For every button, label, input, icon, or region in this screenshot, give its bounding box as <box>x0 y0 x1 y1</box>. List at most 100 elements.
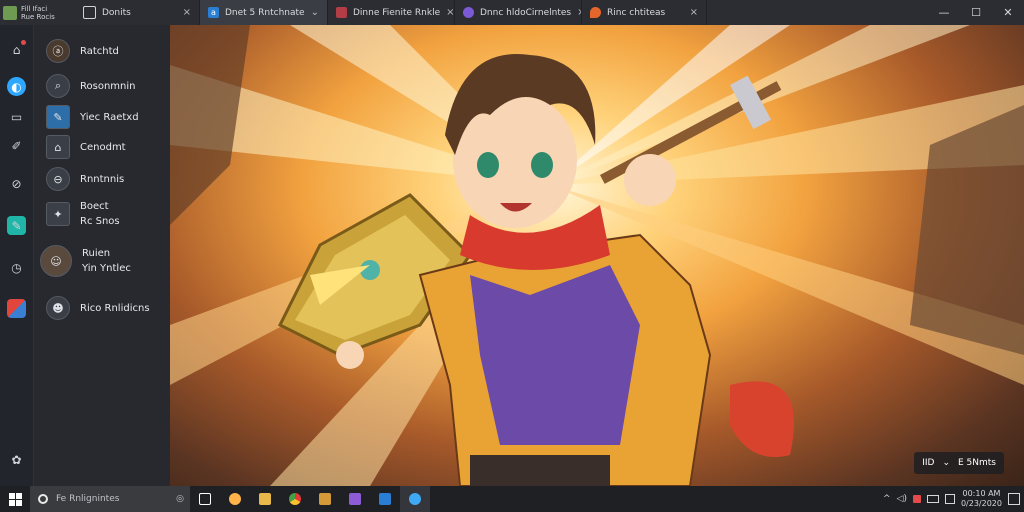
battery-icon[interactable] <box>926 495 939 503</box>
sidebar-item-label: Rosonmnin <box>80 80 136 92</box>
title-bar: Fill Ifaci Rue Rocis Donits × a Dnet 5 R… <box>0 0 1024 25</box>
tab-chtiteas[interactable]: Rinc chtiteas × <box>582 0 707 25</box>
app-icon <box>409 493 421 505</box>
circle-icon: ⊖ <box>46 167 70 191</box>
app-icon: a <box>208 7 219 18</box>
system-tray: ^ ◁) 00:10 AM 0/23/2020 <box>883 489 1024 509</box>
chevron-down-icon[interactable]: ⌄ <box>311 7 319 18</box>
tab-label: Rinc chtiteas <box>607 7 666 18</box>
notification-icon[interactable] <box>912 495 921 503</box>
site-icon <box>336 7 347 18</box>
sidebar-item-sublabel: Yin Yntlec <box>82 263 131 274</box>
action-center-icon[interactable] <box>1008 493 1020 505</box>
close-window-button[interactable]: ✕ <box>992 0 1024 25</box>
tab-label: Dinne Fienite Rnkle <box>353 7 441 18</box>
link-icon[interactable]: ⊘ <box>7 174 26 193</box>
close-icon[interactable]: × <box>446 7 454 18</box>
app-badge-line1: Fill Ifaci <box>21 4 48 13</box>
library-icon[interactable]: ▭ <box>7 107 26 126</box>
maximize-button[interactable]: ☐ <box>960 0 992 25</box>
close-icon[interactable]: × <box>183 7 191 18</box>
sidebar-item-label: Rnntnnis <box>80 173 125 185</box>
close-icon[interactable]: × <box>690 7 698 18</box>
store-icon <box>319 493 331 505</box>
clock-date: 0/23/2020 <box>960 499 1002 508</box>
app-badge[interactable]: Fill Ifaci Rue Rocis <box>0 0 75 25</box>
microphone-icon[interactable]: ◎ <box>176 494 184 504</box>
chrome-icon <box>289 493 301 505</box>
taskbar: Fe Rnlignintes ◎ ^ ◁) 00:10 AM 0/23/2020 <box>0 486 1024 512</box>
search-placeholder: Fe Rnlignintes <box>56 494 120 504</box>
app-badge-line2: Rue Rocis <box>21 12 55 21</box>
clock-icon[interactable]: ◷ <box>7 258 26 277</box>
app-icon <box>229 493 241 505</box>
player-controls: IID ⌄ E 5Nmts <box>914 452 1004 474</box>
speaker-icon[interactable]: ◁) <box>897 494 907 504</box>
side-panel: ⓐ Ratchtd ⌕ Rosonmnin ✎ Yiec Raetxd ⌂ Ce… <box>34 25 170 486</box>
task-view-button[interactable] <box>190 486 220 512</box>
tab-label: Dnnc hldoCirnelntes <box>480 7 572 18</box>
taskbar-app[interactable] <box>280 486 310 512</box>
window-controls: — ☐ ✕ <box>928 0 1024 25</box>
folder-icon <box>259 493 271 505</box>
taskbar-app-active[interactable] <box>400 486 430 512</box>
player-right-label[interactable]: E 5Nmts <box>958 458 996 468</box>
app-icon <box>349 493 361 505</box>
windows-icon <box>8 492 22 506</box>
anime-artwork <box>170 25 1024 486</box>
taskbar-app[interactable] <box>220 486 250 512</box>
sidebar-item-rosonmnin[interactable]: ⌕ Rosonmnin <box>46 74 135 98</box>
avatar: ☻ <box>46 296 70 320</box>
app-logo-icon <box>3 5 17 20</box>
tab-fienite[interactable]: Dinne Fienite Rnkle × <box>328 0 455 25</box>
tab-rntchnate[interactable]: a Dnet 5 Rntchnate ⌄ <box>200 0 328 25</box>
notification-dot <box>21 40 26 45</box>
chevron-down-icon[interactable]: ⌄ <box>942 458 950 468</box>
settings-icon[interactable]: ✿ <box>7 450 26 469</box>
search-input[interactable]: Fe Rnlignintes ◎ <box>30 486 190 512</box>
sidebar-item-boect[interactable]: ✦ Boect Rc Snos <box>46 201 120 227</box>
tab-donits[interactable]: Donits × <box>75 0 200 25</box>
task-view-icon <box>199 493 211 505</box>
tab-label: Donits <box>102 7 131 18</box>
start-button[interactable] <box>0 492 30 506</box>
sidebar-item-ratchtd[interactable]: ⓐ Ratchtd <box>46 39 119 63</box>
avatar: ⓐ <box>46 39 70 63</box>
main-content: IID ⌄ E 5Nmts <box>170 25 1024 486</box>
home-icon[interactable]: ⌂ <box>7 40 26 59</box>
taskbar-app[interactable] <box>310 486 340 512</box>
app-icon <box>379 493 391 505</box>
edit-icon[interactable]: ✎ <box>7 216 26 235</box>
flag-icon[interactable] <box>7 299 26 318</box>
sidebar-item-sublabel: Rc Snos <box>80 216 120 227</box>
app-icon[interactable]: ◐ <box>7 77 26 96</box>
clock[interactable]: 00:10 AM 0/23/2020 <box>961 489 1002 509</box>
sidebar-item-label: Rico Rnlidicns <box>80 302 150 314</box>
sidebar-item-raetxd[interactable]: ✎ Yiec Raetxd <box>46 105 139 129</box>
minimize-button[interactable]: — <box>928 0 960 25</box>
sidebar-item-label: Ruien <box>82 248 111 259</box>
taskbar-app[interactable] <box>250 486 280 512</box>
sidebar-item-ruien[interactable]: ☺ Ruien Yin Yntlec <box>40 245 131 277</box>
star-icon: ✦ <box>46 202 70 226</box>
sidebar-item-label: Yiec Raetxd <box>80 111 139 123</box>
edit-icon: ✎ <box>46 105 70 129</box>
home-icon: ⌂ <box>46 135 70 159</box>
icon-rail: ⌂ ◐ ▭ ✐ ⊘ ✎ ◷ ✿ <box>0 25 34 486</box>
avatar: ☺ <box>40 245 72 277</box>
tab-label: Dnet 5 Rntchnate <box>225 7 305 18</box>
page-icon <box>83 6 96 19</box>
sidebar-item-label: Boect <box>80 201 109 212</box>
player-left-label[interactable]: IID <box>922 458 934 468</box>
tab-hldoci[interactable]: Dnnc hldoCirnelntes × <box>455 0 582 25</box>
tool-icon[interactable]: ✐ <box>7 136 26 155</box>
sidebar-item-label: Ratchtd <box>80 45 119 57</box>
sidebar-item-cenodmt[interactable]: ⌂ Cenodmt <box>46 135 126 159</box>
taskbar-app[interactable] <box>370 486 400 512</box>
taskbar-app[interactable] <box>340 486 370 512</box>
sidebar-item-rnntnnis[interactable]: ⊖ Rnntnnis <box>46 167 124 191</box>
chevron-up-icon[interactable]: ^ <box>883 494 891 504</box>
network-icon[interactable] <box>944 494 955 504</box>
search-icon <box>38 494 48 504</box>
sidebar-item-rnlidicns[interactable]: ☻ Rico Rnlidicns <box>46 296 150 320</box>
